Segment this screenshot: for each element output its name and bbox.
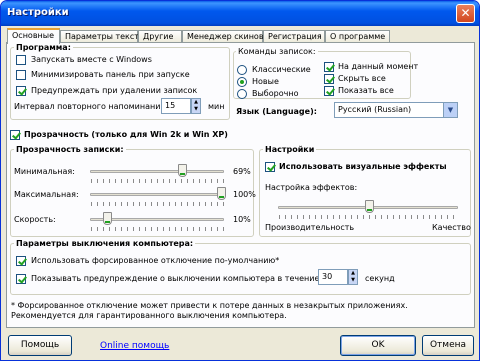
- speed-value: 10%: [233, 215, 251, 224]
- visual-effects-checkbox[interactable]: [265, 162, 275, 172]
- warn-delete-checkbox[interactable]: [16, 86, 26, 96]
- language-select-value: Русский (Russian): [338, 105, 412, 114]
- radio-new[interactable]: [237, 77, 247, 87]
- transparency-checkbox[interactable]: [10, 130, 20, 140]
- shutdown-seconds-input[interactable]: 30: [318, 269, 348, 285]
- chevron-down-icon[interactable]: ▼: [443, 103, 457, 117]
- shutdown-warning-label: Показывать предупреждение о выключении к…: [31, 274, 320, 283]
- minimize-label: Минимизировать панель при запуске: [31, 70, 190, 79]
- radio-new-label: Новые: [252, 77, 279, 86]
- language-select[interactable]: Русский (Russian) ▼: [334, 102, 458, 118]
- cmd-current-label: На данный момент: [338, 62, 419, 71]
- online-help-link[interactable]: Online помощь: [100, 341, 169, 351]
- effects-label: Настройка эффектов:: [265, 183, 358, 192]
- settings-window: Настройки ✕ Основные Параметры текста Др…: [0, 0, 480, 361]
- radio-selective[interactable]: [237, 89, 247, 99]
- cmd-hide-all-checkbox[interactable]: [324, 74, 334, 84]
- minimize-checkbox[interactable]: [16, 70, 26, 80]
- max-transparency-label: Максимальная:: [14, 190, 79, 199]
- cmd-current-checkbox[interactable]: [324, 62, 334, 72]
- force-shutdown-label: Использовать форсированное отключение по…: [31, 256, 280, 265]
- startup-checkbox[interactable]: [16, 55, 26, 65]
- max-transparency-ticks: [91, 202, 225, 206]
- min-transparency-label: Минимальная:: [14, 167, 75, 176]
- radio-selective-label: Выборочно: [252, 89, 299, 98]
- remind-interval-label: Интервал повторного напоминания: [14, 102, 166, 111]
- program-group-title: Программа:: [14, 43, 73, 52]
- commands-group-title: Команды записок:: [236, 47, 318, 56]
- cancel-button[interactable]: Отмена: [422, 335, 474, 356]
- min-transparency-slider[interactable]: [177, 164, 187, 177]
- cmd-show-all-checkbox[interactable]: [324, 86, 334, 96]
- effects-ticks: [279, 215, 459, 219]
- transparency-label: Прозрачность (только для Win 2k и Win XP…: [24, 130, 228, 139]
- speed-slider[interactable]: [102, 212, 112, 225]
- shutdown-seconds-stepper[interactable]: ▲ ▼: [348, 269, 358, 285]
- close-button[interactable]: ✕: [456, 4, 475, 23]
- speed-label: Скорость:: [14, 215, 56, 224]
- min-transparency-ticks: [91, 179, 225, 183]
- tab-general[interactable]: Основные: [7, 28, 60, 44]
- shutdown-title: Параметры выключения компьютера:: [14, 239, 196, 248]
- visual-effects-label: Использовать визуальные эффекты: [279, 162, 447, 171]
- visual-settings-title: Настройки: [263, 145, 317, 154]
- min-transparency-value: 69%: [233, 167, 251, 176]
- performance-caption: Производительность: [265, 223, 355, 232]
- max-transparency-value: 100%: [233, 190, 256, 199]
- radio-classic-label: Классические: [252, 65, 311, 74]
- max-transparency-slider[interactable]: [217, 187, 226, 200]
- max-transparency-track[interactable]: [90, 193, 224, 196]
- language-label: Язык (Language):: [236, 107, 317, 116]
- note-transparency-title: Прозрачность записки:: [14, 145, 126, 154]
- speed-ticks: [91, 227, 225, 231]
- radio-classic[interactable]: [237, 65, 247, 75]
- remind-interval-input[interactable]: 15: [161, 98, 191, 114]
- shutdown-group: [10, 243, 471, 295]
- window-title: Настройки: [7, 7, 69, 18]
- shutdown-seconds-unit: секунд: [365, 274, 395, 283]
- footnote-text: * Форсированное отключение может привест…: [11, 301, 408, 320]
- cmd-show-all-label: Показать все: [338, 86, 394, 95]
- help-button[interactable]: Помощь: [8, 335, 72, 356]
- force-shutdown-checkbox[interactable]: [16, 256, 26, 266]
- min-transparency-track[interactable]: [90, 170, 224, 173]
- effects-slider[interactable]: [364, 200, 374, 213]
- shutdown-warning-checkbox[interactable]: [16, 274, 26, 284]
- title-bar[interactable]: Настройки ✕: [1, 1, 479, 26]
- cmd-hide-all-label: Скрыть все: [338, 74, 386, 83]
- startup-label: Запускать вместе с Windows: [31, 55, 152, 64]
- quality-caption: Качество: [432, 223, 471, 232]
- warn-delete-label: Предупреждать при удалении записок: [31, 86, 198, 95]
- ok-button[interactable]: OK: [340, 335, 416, 356]
- remind-interval-unit: мин: [208, 102, 225, 111]
- tab-panel: Программа: Запускать вместе с Windows Ми…: [6, 42, 475, 328]
- remind-interval-stepper[interactable]: ▲ ▼: [191, 98, 201, 114]
